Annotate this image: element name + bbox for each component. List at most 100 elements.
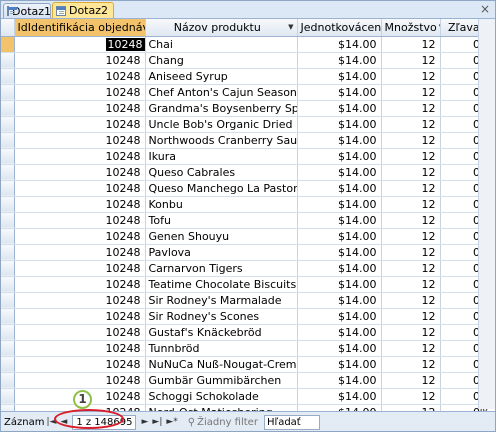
next-record-icon[interactable]: ► (139, 417, 150, 427)
cell-order-id[interactable]: 10248 (14, 292, 146, 309)
cell-order-id[interactable]: 10248 (14, 276, 146, 293)
cell-quantity[interactable]: 12 (381, 340, 441, 357)
cell-unit-price[interactable]: $14.00 (297, 148, 382, 165)
new-record-icon[interactable]: ►* (164, 417, 179, 427)
cell-product[interactable]: NuNuCa Nuß-Nougat-Creme (145, 356, 298, 373)
cell-product[interactable]: Pavlova (145, 244, 298, 261)
cell-product[interactable]: Aniseed Syrup (145, 68, 298, 85)
cell-quantity[interactable]: 12 (381, 116, 441, 133)
cell-quantity[interactable]: 12 (381, 308, 441, 325)
cell-product[interactable]: Grandma's Boysenberry Spread (145, 100, 298, 117)
table-row[interactable]: 10248Gumbär Gummibärchen$14.00120% (1, 372, 495, 389)
cell-product[interactable]: Northwoods Cranberry Sauce (145, 132, 298, 149)
row-selector[interactable] (1, 292, 15, 309)
row-selector[interactable] (1, 148, 15, 165)
column-header-quantity[interactable]: Množstvo▼ (381, 19, 441, 37)
cell-unit-price[interactable]: $14.00 (297, 84, 382, 101)
cell-quantity[interactable]: 12 (381, 260, 441, 277)
cell-unit-price[interactable]: $14.00 (297, 116, 382, 133)
cell-order-id[interactable]: 10248 (14, 148, 146, 165)
cell-unit-price[interactable]: $14.00 (297, 244, 382, 261)
close-icon[interactable]: × (480, 2, 490, 16)
column-header-order-id[interactable]: IdIdentifikácia objednávky▼ (14, 19, 146, 37)
cell-order-id[interactable]: 10248 (14, 164, 146, 181)
table-row[interactable]: 10248Teatime Chocolate Biscuits$14.00120… (1, 276, 495, 293)
row-selector[interactable] (1, 164, 15, 181)
row-selector[interactable] (1, 260, 15, 277)
tab-dotaz2[interactable]: Dotaz2 (52, 2, 114, 18)
row-selector[interactable] (1, 116, 15, 133)
row-selector[interactable] (1, 308, 15, 325)
row-selector[interactable] (1, 52, 15, 69)
cell-product[interactable]: Teatime Chocolate Biscuits (145, 276, 298, 293)
table-row[interactable]: 10248Chef Anton's Cajun Seasoning$14.001… (1, 84, 495, 101)
cell-order-id[interactable]: 10248 (14, 372, 146, 389)
cell-unit-price[interactable]: $14.00 (297, 180, 382, 197)
cell-quantity[interactable]: 12 (381, 324, 441, 341)
row-selector[interactable] (1, 36, 15, 53)
record-position-field[interactable]: 1 z 148695 (72, 414, 137, 430)
table-row[interactable]: 10248Chang$14.00120% (1, 52, 495, 69)
cell-order-id[interactable]: 10248 (14, 180, 146, 197)
cell-product[interactable]: Tofu (145, 212, 298, 229)
cell-quantity[interactable]: 12 (381, 148, 441, 165)
cell-quantity[interactable]: 12 (381, 276, 441, 293)
row-selector[interactable] (1, 276, 15, 293)
cell-unit-price[interactable]: $14.00 (297, 356, 382, 373)
table-row[interactable]: 10248Carnarvon Tigers$14.00120% (1, 260, 495, 277)
table-row[interactable]: 10248Pavlova$14.00120% (1, 244, 495, 261)
cell-unit-price[interactable]: $14.00 (297, 36, 382, 53)
cell-quantity[interactable]: 12 (381, 372, 441, 389)
table-row[interactable]: 10248Grandma's Boysenberry Spread$14.001… (1, 100, 495, 117)
last-record-icon[interactable]: ►| (150, 417, 164, 427)
cell-unit-price[interactable]: $14.00 (297, 292, 382, 309)
cell-unit-price[interactable]: $14.00 (297, 52, 382, 69)
cell-quantity[interactable]: 12 (381, 52, 441, 69)
table-row[interactable]: 10248Sir Rodney's Marmalade$14.00120% (1, 292, 495, 309)
cell-order-id[interactable]: 10248 (14, 116, 146, 133)
cell-product[interactable]: Chai (145, 36, 298, 53)
cell-order-id[interactable]: 10248 (14, 84, 146, 101)
cell-product[interactable]: Tunnbröd (145, 340, 298, 357)
row-selector[interactable] (1, 372, 15, 389)
row-selector[interactable] (1, 356, 15, 373)
row-selector[interactable] (1, 340, 15, 357)
table-row[interactable]: 10248Aniseed Syrup$14.00120% (1, 68, 495, 85)
cell-product[interactable]: Sir Rodney's Marmalade (145, 292, 298, 309)
tab-dotaz1[interactable]: Dotaz1 (3, 3, 51, 18)
cell-order-id[interactable]: 10248 (14, 260, 146, 277)
table-row[interactable]: 10248Queso Manchego La Pastora$14.00120% (1, 180, 495, 197)
cell-unit-price[interactable]: $14.00 (297, 68, 382, 85)
cell-unit-price[interactable]: $14.00 (297, 100, 382, 117)
select-all-cell[interactable] (1, 19, 15, 37)
cell-order-id[interactable]: 10248 (14, 52, 146, 69)
cell-order-id[interactable]: 10248 (14, 132, 146, 149)
search-input[interactable]: Hľadať (263, 414, 320, 430)
cell-order-id[interactable]: 10248 (14, 340, 146, 357)
previous-record-icon[interactable]: ◄ (58, 417, 69, 427)
cell-order-id[interactable]: 10248 (14, 36, 146, 53)
cell-order-id[interactable]: 10248 (14, 228, 146, 245)
cell-quantity[interactable]: 12 (381, 356, 441, 373)
table-row[interactable]: 10248Sir Rodney's Scones$14.00120% (1, 308, 495, 325)
cell-order-id[interactable]: 10248 (14, 244, 146, 261)
table-row[interactable]: 10248Northwoods Cranberry Sauce$14.00120… (1, 132, 495, 149)
table-row[interactable]: 10248Genen Shouyu$14.00120% (1, 228, 495, 245)
cell-unit-price[interactable]: $14.00 (297, 388, 382, 405)
cell-quantity[interactable]: 12 (381, 164, 441, 181)
cell-quantity[interactable]: 12 (381, 132, 441, 149)
row-selector[interactable] (1, 212, 15, 229)
cell-product[interactable]: Ikura (145, 148, 298, 165)
cell-product[interactable]: Carnarvon Tigers (145, 260, 298, 277)
cell-product[interactable]: Gumbär Gummibärchen (145, 372, 298, 389)
cell-product[interactable]: Konbu (145, 196, 298, 213)
row-selector[interactable] (1, 180, 15, 197)
table-row[interactable]: 10248Ikura$14.00120% (1, 148, 495, 165)
row-selector[interactable] (1, 68, 15, 85)
filter-button[interactable]: ⚲ Žiadny filter (188, 417, 258, 428)
cell-product[interactable]: Genen Shouyu (145, 228, 298, 245)
cell-quantity[interactable]: 12 (381, 68, 441, 85)
column-header-unit-price[interactable]: Jednotkovácena▼ (297, 19, 382, 37)
cell-quantity[interactable]: 12 (381, 212, 441, 229)
cell-unit-price[interactable]: $14.00 (297, 372, 382, 389)
